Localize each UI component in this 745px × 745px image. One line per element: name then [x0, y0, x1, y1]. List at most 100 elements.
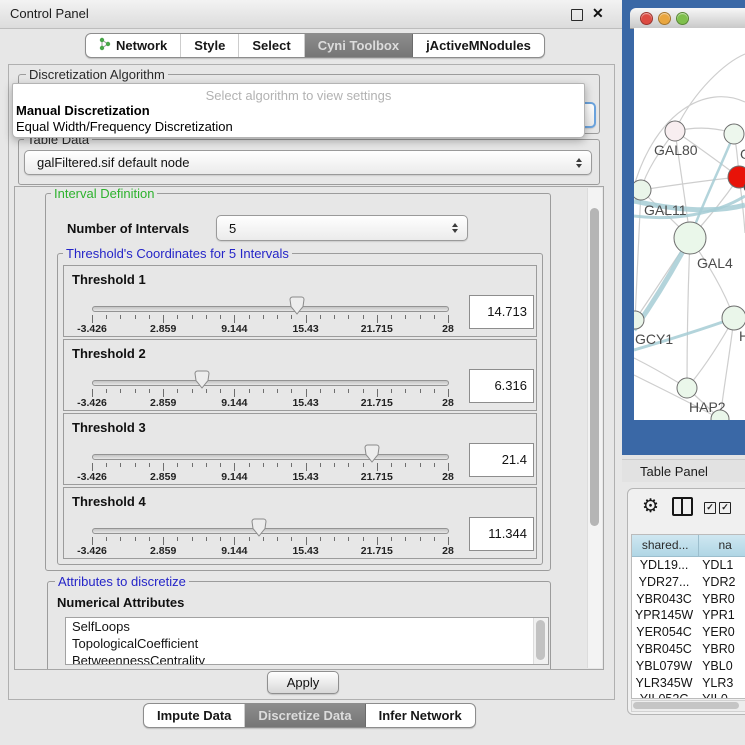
combo-stepper-icon — [576, 158, 582, 168]
tab-style[interactable]: Style — [181, 34, 239, 57]
slider-tick-label: 28 — [442, 397, 454, 409]
table-data-combobox[interactable]: galFiltered.sif default node — [24, 150, 592, 175]
threshold-value-field[interactable]: 21.4 — [469, 443, 534, 477]
table-panel-title: Table Panel — [640, 460, 708, 483]
network-view-canvas[interactable]: GAL80GALCGAL11GAL4GCY1HHAP2 — [634, 28, 745, 420]
threshold-slider-thumb[interactable] — [194, 370, 210, 389]
float-window-icon[interactable] — [571, 9, 583, 21]
table-row[interactable]: YPR145WYPR1 — [632, 607, 745, 624]
tab-jactivemnodules[interactable]: jActiveMNodules — [413, 34, 544, 57]
table-row[interactable]: YDL19...YDL1 — [632, 557, 745, 574]
network-node-hap2[interactable] — [677, 378, 697, 398]
threshold-value-field[interactable]: 11.344 — [469, 517, 534, 551]
attribute-list-item[interactable]: SelfLoops — [66, 618, 548, 635]
table-row[interactable]: YLR345WYLR3 — [632, 675, 745, 692]
tab-discretize-data[interactable]: Discretize Data — [245, 704, 365, 727]
threshold-value-field[interactable]: 6.316 — [469, 369, 534, 403]
network-edge — [641, 177, 739, 190]
tab-cyni-toolbox[interactable]: Cyni Toolbox — [305, 34, 413, 57]
threshold-slider-thumb[interactable] — [289, 296, 305, 315]
slider-tick-label: 21.715 — [361, 397, 393, 409]
control-panel-tabs: Network Style Select Cyni Toolbox jActiv… — [85, 33, 545, 58]
table-panel: ⚙ ✓ ✓ shared...na YDL19...YDL1YDR27...YD… — [622, 482, 745, 745]
table-settings-gear-icon[interactable]: ⚙ — [642, 495, 659, 518]
table-row[interactable]: YBR043CYBR0 — [632, 591, 745, 608]
algorithm-dropdown-popup: Select algorithm to view settings Manual… — [12, 83, 585, 138]
network-node-label: GAL80 — [654, 142, 698, 158]
network-node-gal4[interactable] — [674, 222, 706, 254]
network-node-label: H — [739, 328, 745, 344]
table-cell: YLR3 — [696, 675, 745, 692]
tab-infer-network[interactable]: Infer Network — [366, 704, 475, 727]
threshold-slider-track[interactable] — [92, 380, 449, 386]
network-node-gal80[interactable] — [665, 121, 685, 141]
column-header-1[interactable]: na — [699, 535, 745, 556]
checkbox-icon[interactable]: ✓ — [704, 502, 716, 514]
threshold-panel-1: Threshold 1 -3.4262.8599.14415.4321.7152… — [63, 265, 537, 337]
number-of-intervals-combobox[interactable]: 5 — [216, 215, 468, 241]
table-row[interactable]: YBR045CYBR0 — [632, 641, 745, 658]
close-icon[interactable]: ✕ — [592, 5, 604, 22]
minimize-traffic-light-icon[interactable] — [658, 12, 671, 25]
slider-tick-label: 15.43 — [292, 323, 318, 335]
table-cell: YBR045C — [632, 641, 696, 658]
tab-select[interactable]: Select — [239, 34, 304, 57]
table-panel-titlebar: Table Panel — [622, 459, 745, 484]
threshold-slider-thumb[interactable] — [364, 444, 380, 463]
table-row[interactable]: YDR27...YDR2 — [632, 574, 745, 591]
slider-tick-label: 2.859 — [150, 397, 176, 409]
table-horizontal-scrollbar[interactable] — [631, 700, 745, 712]
control-panel-titlebar: Control Panel ✕ — [0, 0, 622, 29]
network-icon — [99, 37, 111, 54]
table-row[interactable]: YIL052CYIL0 — [632, 691, 745, 699]
table-cell: YER054C — [632, 624, 696, 641]
slider-tick-labels: -3.4262.8599.14415.4321.71528 — [92, 397, 448, 409]
column-header-0[interactable]: shared... — [632, 535, 699, 556]
scrollbar-thumb[interactable] — [590, 208, 599, 526]
slider-tick-label: 15.43 — [292, 397, 318, 409]
network-node-h[interactable] — [722, 306, 745, 330]
control-panel-title: Control Panel — [10, 0, 89, 28]
control-panel: Control Panel ✕ Network Style Select Cyn… — [0, 0, 622, 745]
table-cell: YIL0 — [696, 691, 745, 699]
table-row[interactable]: YER054CYER0 — [632, 624, 745, 641]
network-node-gal11[interactable] — [634, 180, 651, 200]
attributes-group-label: Attributes to discretize — [55, 575, 189, 588]
attribute-list-item[interactable]: BetweennessCentrality — [66, 652, 548, 665]
zoom-traffic-light-icon[interactable] — [676, 12, 689, 25]
table-cell: YBR0 — [696, 591, 745, 608]
network-node-gal[interactable] — [724, 124, 744, 144]
tab-network[interactable]: Network — [86, 34, 181, 57]
threshold-label: Threshold 3 — [72, 420, 146, 435]
table-cell: YDR2 — [696, 574, 745, 591]
network-node-label: GAL — [740, 146, 745, 162]
table-row[interactable]: YBL079WYBL0 — [632, 658, 745, 675]
tab-impute-data[interactable]: Impute Data — [144, 704, 245, 727]
threshold-slider-track[interactable] — [92, 306, 449, 312]
slider-tick-label: 15.43 — [292, 471, 318, 483]
threshold-panel-4: Threshold 4 -3.4262.8599.14415.4321.7152… — [63, 487, 537, 559]
close-traffic-light-icon[interactable] — [640, 12, 653, 25]
slider-tick-label: 9.144 — [221, 323, 247, 335]
threshold-slider-thumb[interactable] — [251, 518, 267, 537]
combo-stepper-icon — [452, 223, 458, 233]
threshold-slider-track[interactable] — [92, 528, 449, 534]
slider-tick-label: 9.144 — [221, 545, 247, 557]
scrollbar-thumb[interactable] — [633, 702, 739, 709]
slider-tick-labels: -3.4262.8599.14415.4321.71528 — [92, 323, 448, 335]
apply-button[interactable]: Apply — [267, 671, 339, 694]
checkbox-icon[interactable]: ✓ — [719, 502, 731, 514]
dropdown-option-manual-discretization[interactable]: Manual Discretization — [16, 103, 150, 118]
attribute-list-item[interactable]: TopologicalCoefficient — [66, 635, 548, 652]
threshold-slider-track[interactable] — [92, 454, 449, 460]
cyni-mode-tabs: Impute Data Discretize Data Infer Networ… — [143, 703, 476, 728]
split-view-icon[interactable] — [672, 497, 693, 516]
attributes-list-scrollbar[interactable] — [533, 618, 548, 664]
settings-vertical-scrollbar[interactable] — [587, 188, 602, 668]
threshold-value-field[interactable]: 14.713 — [469, 295, 534, 329]
table-header-row: shared...na — [632, 535, 745, 557]
dropdown-option-equal-width-frequency[interactable]: Equal Width/Frequency Discretization — [16, 119, 233, 134]
slider-tick-labels: -3.4262.8599.14415.4321.71528 — [92, 471, 448, 483]
table-cell: YBL079W — [632, 658, 696, 675]
tab-label: Cyni Toolbox — [318, 38, 399, 53]
